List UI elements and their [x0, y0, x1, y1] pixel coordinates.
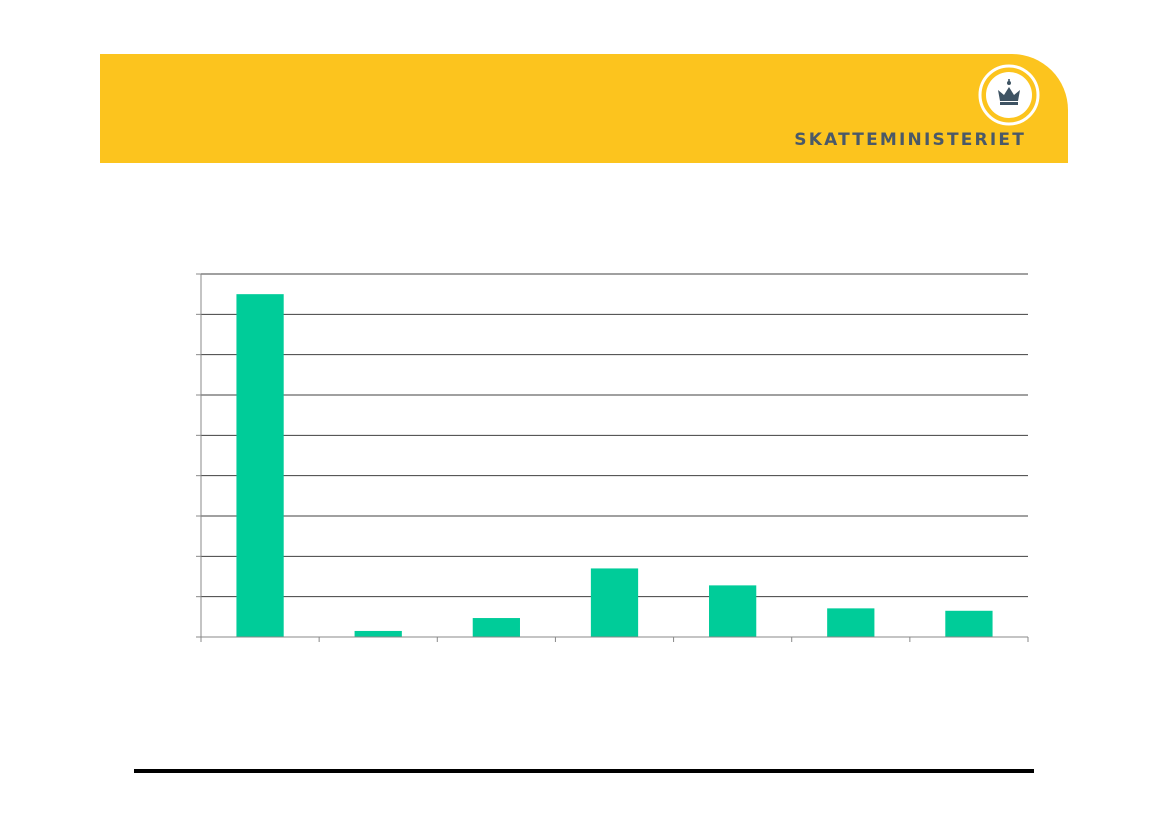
- bar: [472, 618, 520, 637]
- chart-gridlines: [201, 273, 1028, 598]
- bar: [709, 585, 757, 637]
- bar-chart: [196, 273, 1029, 642]
- footer-rule: [134, 769, 1034, 773]
- chart-bars: [236, 294, 993, 637]
- bar: [827, 608, 875, 637]
- bar: [236, 294, 284, 637]
- bar: [590, 568, 639, 637]
- bar: [354, 630, 402, 637]
- bar: [945, 610, 993, 637]
